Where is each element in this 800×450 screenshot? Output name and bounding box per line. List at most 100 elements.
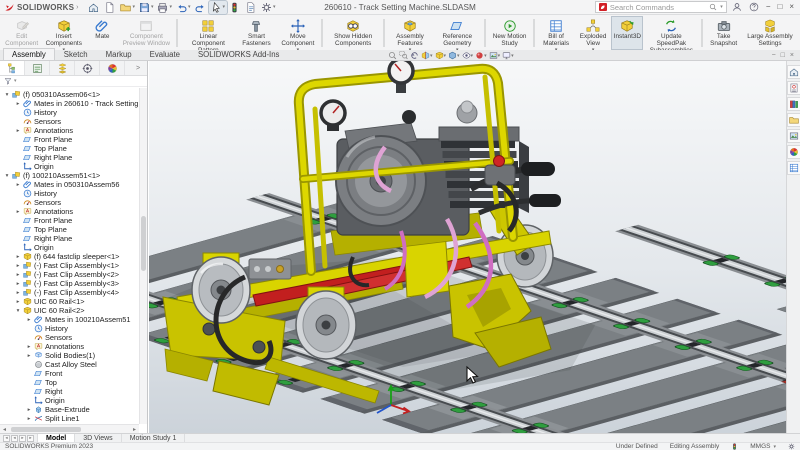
tree-item[interactable]: Right Plane xyxy=(2,234,139,243)
maximize-button[interactable]: □ xyxy=(777,3,782,11)
tree-item[interactable]: ▸ Annotations xyxy=(2,207,139,216)
ribbon-button[interactable]: Show Hidden Components xyxy=(325,16,381,50)
command-tab[interactable]: Markup xyxy=(97,48,141,60)
tree-expand-arrow[interactable]: ▸ xyxy=(15,182,21,188)
tree-item[interactable]: Top Plane xyxy=(2,144,139,153)
task-pane-tab[interactable] xyxy=(788,98,800,110)
ribbon-button[interactable] xyxy=(176,19,178,47)
ribbon-button[interactable] xyxy=(484,19,486,47)
tree-item[interactable]: Right xyxy=(2,387,139,396)
tree-item[interactable]: ▾ (f) 100210Assem51<1> xyxy=(2,171,139,180)
tree-expand-arrow[interactable]: ▾ xyxy=(4,173,10,179)
units-selector[interactable]: MMGS ▾ xyxy=(750,443,776,450)
close-button[interactable]: × xyxy=(789,3,794,11)
redo-button[interactable] xyxy=(193,1,209,14)
task-pane-tab[interactable] xyxy=(788,130,800,142)
ribbon-button[interactable]: Insert Components ▾ xyxy=(41,16,86,50)
save-button[interactable]: ▾ xyxy=(137,1,156,14)
tree-vertical-scrollbar[interactable] xyxy=(139,88,147,424)
solidworks-brand[interactable]: SOLIDWORKS › xyxy=(4,2,78,13)
file-properties-button[interactable] xyxy=(243,1,259,14)
heads-up-tool[interactable]: ▾ xyxy=(475,51,487,60)
tree-item[interactable]: Top Plane xyxy=(2,225,139,234)
heads-up-tool[interactable] xyxy=(399,51,408,60)
command-tab[interactable]: SOLIDWORKS Add-Ins xyxy=(189,48,288,60)
heads-up-tool[interactable]: ▾ xyxy=(435,51,447,60)
task-pane-tab[interactable] xyxy=(788,82,800,94)
undo-button[interactable]: ▾ xyxy=(174,1,193,14)
ribbon-button[interactable]: Update SpeedPak Subassemblies xyxy=(643,16,699,50)
tree-expand-arrow[interactable]: ▸ xyxy=(26,344,32,350)
doc-restore-button[interactable]: □ xyxy=(781,52,785,59)
graphics-viewport[interactable] xyxy=(149,61,786,433)
help-button[interactable] xyxy=(749,2,759,12)
heads-up-tool[interactable]: ▾ xyxy=(489,51,501,60)
heads-up-tool[interactable]: ▾ xyxy=(421,51,433,60)
tree-expand-arrow[interactable]: ▾ xyxy=(4,92,10,98)
ribbon-button[interactable]: Mate xyxy=(86,16,118,50)
ribbon-button[interactable]: Reference Geometry ▾ xyxy=(433,16,482,50)
tree-expand-arrow[interactable]: ▸ xyxy=(15,101,21,107)
tree-item[interactable]: ▸ Mates in 260610 - Track Setting Ma xyxy=(2,99,139,108)
tree-item[interactable]: ▾ (f) 050310Assem06<1> xyxy=(2,90,139,99)
search-scope-caret[interactable]: ▾ xyxy=(720,4,723,10)
login-button[interactable] xyxy=(732,2,742,12)
tree-item[interactable]: Top xyxy=(2,378,139,387)
heads-up-tool[interactable] xyxy=(410,51,419,60)
tree-horizontal-scrollbar[interactable]: ◂ ▸ xyxy=(0,424,139,433)
tree-item[interactable]: ▸ Split Line1 xyxy=(2,414,139,423)
heads-up-tool[interactable]: ▾ xyxy=(462,51,474,60)
heads-up-tool[interactable] xyxy=(388,51,397,60)
ribbon-button[interactable]: Exploded View ▾ xyxy=(575,16,612,50)
tree-item[interactable]: ▸ (-) Fast Clip Assembly<4> xyxy=(2,288,139,297)
command-tab[interactable]: Evaluate xyxy=(141,48,189,60)
scrollbar-thumb[interactable] xyxy=(141,216,146,271)
tree-item[interactable]: ▸ Base-Extrude xyxy=(2,405,139,414)
options-button[interactable]: ▾ xyxy=(259,1,278,14)
panel-tab[interactable] xyxy=(100,61,125,75)
print-button[interactable]: ▾ xyxy=(155,1,174,14)
tree-item[interactable]: ▸ Annotations xyxy=(2,342,139,351)
tree-expand-arrow[interactable]: ▸ xyxy=(26,317,32,323)
tree-item[interactable]: Front Plane xyxy=(2,135,139,144)
panel-tab[interactable] xyxy=(50,61,75,75)
tree-expand-arrow[interactable]: ▸ xyxy=(15,263,21,269)
tree-item[interactable]: ▸ Solid Bodies(1) xyxy=(2,351,139,360)
tree-item[interactable]: Right Plane xyxy=(2,153,139,162)
rebuild-button[interactable] xyxy=(227,1,243,14)
search-commands-box[interactable]: Search Commands ▾ xyxy=(595,1,727,13)
ribbon-button[interactable] xyxy=(701,19,703,47)
tree-item[interactable]: ▾ UIC 60 Rail<2> xyxy=(2,306,139,315)
tree-item[interactable]: ▸ (-) Fast Clip Assembly<3> xyxy=(2,279,139,288)
heads-up-tool[interactable]: ▾ xyxy=(448,51,460,60)
panel-tab[interactable] xyxy=(75,61,100,75)
ribbon-button[interactable]: Linear Component Pattern ▾ xyxy=(180,16,236,50)
home-button[interactable] xyxy=(86,1,102,14)
panel-tab[interactable] xyxy=(25,61,50,75)
tree-expand-arrow[interactable]: ▸ xyxy=(15,209,21,215)
panel-tab-overflow[interactable]: > xyxy=(129,61,147,76)
ribbon-button[interactable]: Move Component ▾ xyxy=(277,16,320,50)
tree-expand-arrow[interactable]: ▸ xyxy=(26,407,32,413)
tree-expand-arrow[interactable]: ▸ xyxy=(15,128,21,134)
command-tab[interactable]: Assembly xyxy=(3,48,55,60)
tree-item[interactable]: Front xyxy=(2,369,139,378)
bottom-tab[interactable]: 3D Views xyxy=(75,434,121,442)
tree-item[interactable]: ▸ (f) 644 fastclip sleeper<1> xyxy=(2,252,139,261)
task-pane-tab[interactable] xyxy=(788,66,800,78)
tree-expand-arrow[interactable]: ▸ xyxy=(15,299,21,305)
tree-item[interactable]: ▸ Mates in 100210Assem51 xyxy=(2,315,139,324)
tree-expand-arrow[interactable]: ▸ xyxy=(15,254,21,260)
tree-item[interactable]: Origin xyxy=(2,162,139,171)
tree-item[interactable]: History xyxy=(2,108,139,117)
tree-expand-arrow[interactable]: ▸ xyxy=(15,290,21,296)
tree-item[interactable]: Origin xyxy=(2,396,139,405)
tree-item[interactable]: Front Plane xyxy=(2,216,139,225)
bottom-tab[interactable]: Motion Study 1 xyxy=(122,434,186,442)
tree-expand-arrow[interactable]: ▸ xyxy=(15,281,21,287)
tree-item[interactable]: ▸ (-) Fast Clip Assembly<2> xyxy=(2,270,139,279)
ribbon-button[interactable]: Edit Component xyxy=(2,16,41,50)
tree-item[interactable]: History xyxy=(2,324,139,333)
new-document-button[interactable] xyxy=(102,1,118,14)
tree-expand-arrow[interactable]: ▾ xyxy=(15,308,21,314)
